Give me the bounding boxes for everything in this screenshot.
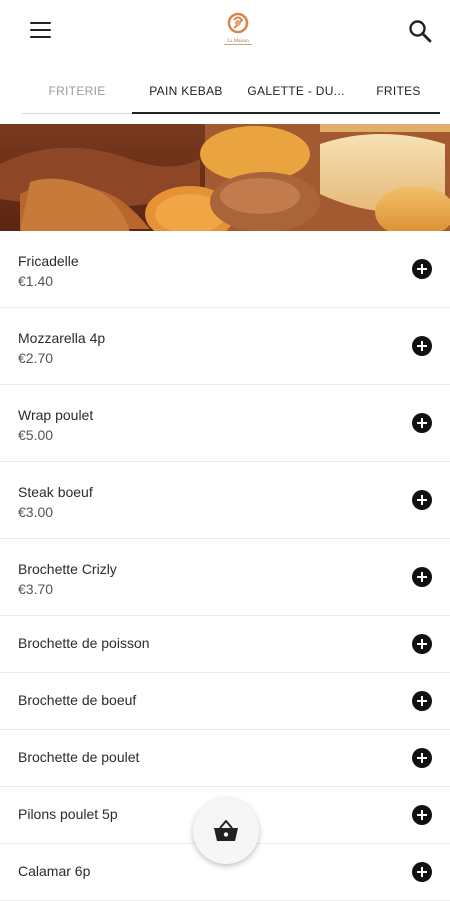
basket-button[interactable] <box>193 798 259 864</box>
list-item[interactable]: Mozzarella 4p €2.70 <box>0 308 450 385</box>
tab-friterie[interactable]: FRITERIE <box>22 78 132 114</box>
add-circle-icon[interactable] <box>412 259 432 279</box>
item-price: €2.70 <box>18 350 54 366</box>
add-circle-icon[interactable] <box>412 634 432 654</box>
list-item[interactable]: Brochette Crizly €3.70 <box>0 539 450 616</box>
add-circle-icon[interactable] <box>412 567 432 587</box>
search-icon[interactable] <box>407 18 433 44</box>
tab-galette[interactable]: GALETTE - DU... <box>242 78 350 114</box>
tab-active-indicator <box>132 112 440 114</box>
category-tabs: FRITERIE PAIN KEBAB GALETTE - DU... FRIT… <box>22 78 440 116</box>
logo-text: La Maison <box>227 39 249 44</box>
item-name: Mozzarella 4p <box>18 330 106 346</box>
list-item[interactable]: Brochette de poisson <box>0 616 450 673</box>
item-price: €3.70 <box>18 581 54 597</box>
add-circle-icon[interactable] <box>412 691 432 711</box>
add-circle-icon[interactable] <box>412 413 432 433</box>
item-name: Calamar 6p <box>18 863 91 879</box>
basket-icon <box>214 820 238 841</box>
top-app-bar: La Maison <box>0 0 450 62</box>
item-name: Brochette de boeuf <box>18 692 137 708</box>
item-name: Fricadelle <box>18 253 79 269</box>
list-item[interactable]: Steak boeuf €3.00 <box>0 462 450 539</box>
item-name: Brochette de poulet <box>18 749 140 765</box>
tab-frites[interactable]: FRITES <box>357 78 440 114</box>
add-circle-icon[interactable] <box>412 805 432 825</box>
item-name: Brochette Crizly <box>18 561 117 577</box>
food-banner-image <box>0 124 450 231</box>
item-name: Wrap poulet <box>18 407 94 423</box>
list-item[interactable]: Wrap poulet €5.00 <box>0 385 450 462</box>
restaurant-logo: La Maison <box>216 10 260 48</box>
add-circle-icon[interactable] <box>412 748 432 768</box>
list-item[interactable]: Fricadelle €1.40 <box>0 231 450 308</box>
item-price: €1.40 <box>18 273 54 289</box>
add-circle-icon[interactable] <box>412 490 432 510</box>
list-item[interactable]: Brochette de boeuf <box>0 673 450 730</box>
item-price: €3.00 <box>18 504 54 520</box>
add-circle-icon[interactable] <box>412 862 432 882</box>
tab-pain-kebab[interactable]: PAIN KEBAB <box>132 78 240 114</box>
hamburger-menu-icon[interactable] <box>30 22 52 40</box>
list-item[interactable]: Brochette de poulet <box>0 730 450 787</box>
add-circle-icon[interactable] <box>412 336 432 356</box>
item-name: Pilons poulet 5p <box>18 806 118 822</box>
item-price: €5.00 <box>18 427 54 443</box>
item-name: Brochette de poisson <box>18 635 150 651</box>
item-name: Steak boeuf <box>18 484 93 500</box>
